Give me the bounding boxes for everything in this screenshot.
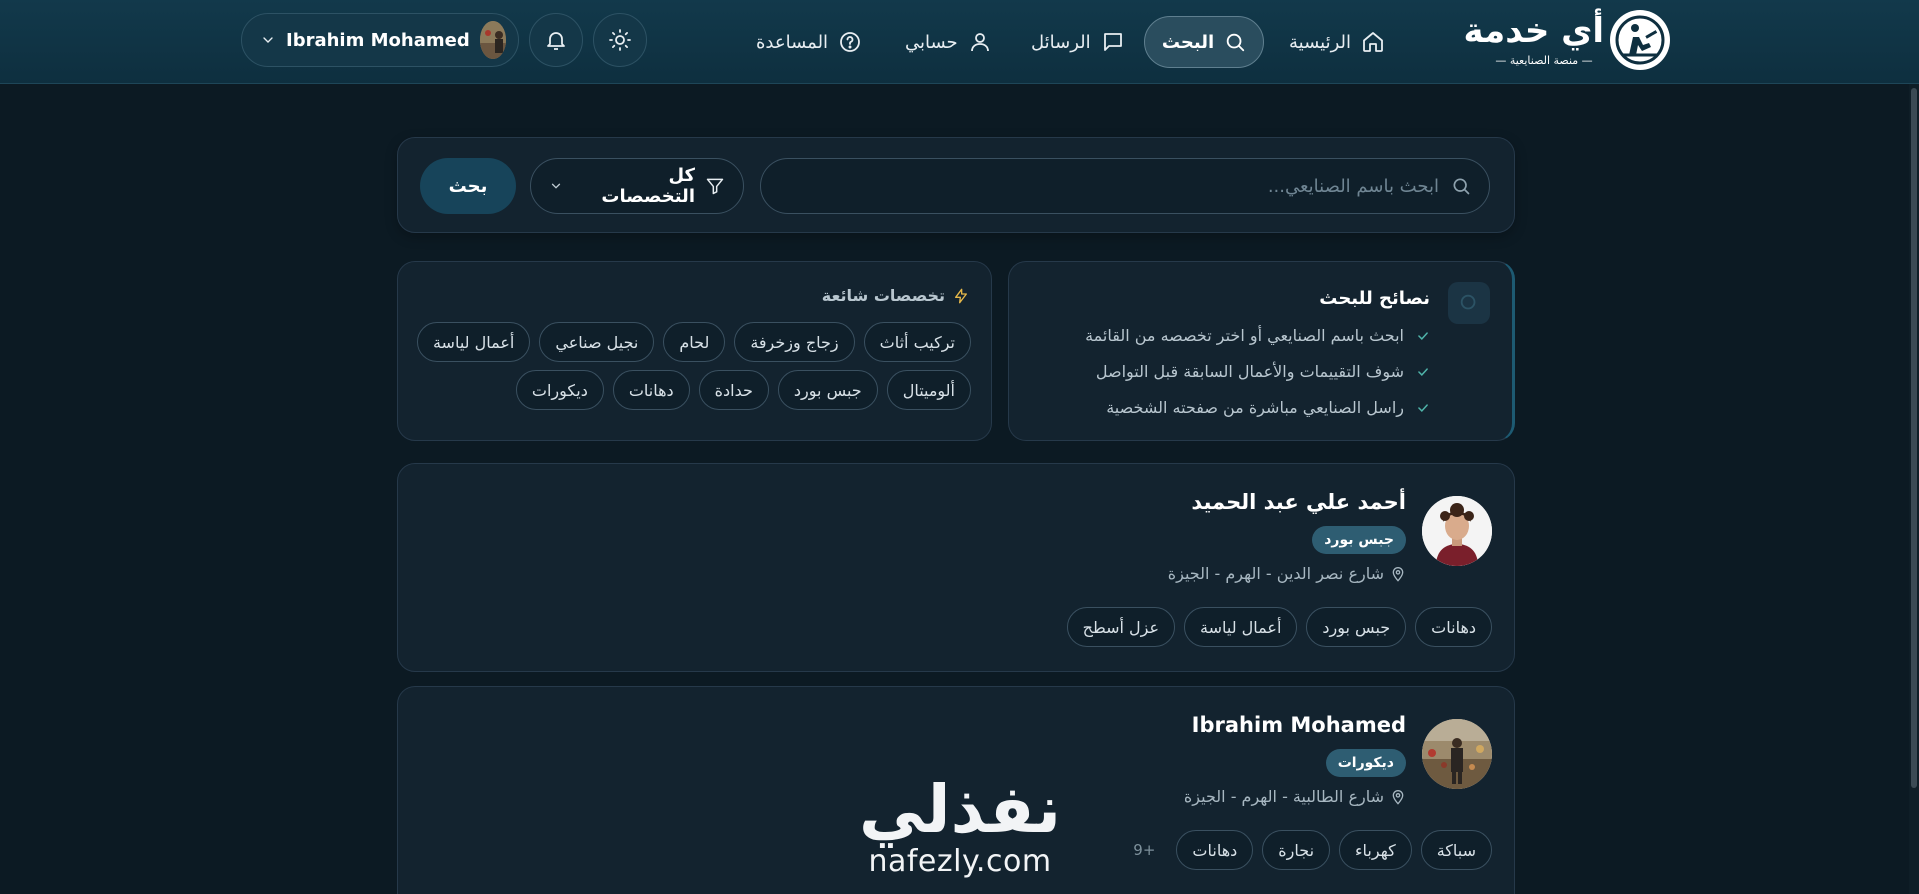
worker-skills: سباكة كهرباء نجارة دهانات +9 — [1121, 830, 1492, 870]
help-icon — [838, 30, 862, 54]
nav-search[interactable]: البحث — [1144, 16, 1264, 68]
specialty-chip[interactable]: أعمال لياسة — [416, 322, 531, 362]
nav-account-label: حسابي — [905, 31, 958, 53]
check-icon — [1416, 365, 1430, 379]
worker-location-text: شارع نصر الدين - الهرم - الجيزة — [1167, 564, 1384, 583]
specialty-chip[interactable]: نجيل صناعي — [539, 322, 655, 362]
specialty-chip[interactable]: دهانات — [612, 370, 690, 410]
user-icon — [968, 30, 992, 54]
check-icon — [1416, 329, 1430, 343]
worker-avatar — [1422, 496, 1492, 566]
message-icon — [1101, 30, 1125, 54]
worker-card[interactable]: أحمد علي عبد الحميد جبس بورد شارع نصر ال… — [397, 463, 1515, 672]
search-input[interactable] — [779, 175, 1439, 197]
specialty-chip[interactable]: زجاج وزخرفة — [734, 322, 855, 362]
lightning-icon — [953, 288, 969, 304]
popular-specialties-title: تخصصات شائعة — [821, 286, 945, 305]
tip-text: ابحث باسم الصنايعي أو اختر تخصصه من القا… — [1085, 326, 1404, 345]
page-scrollbar-thumb[interactable] — [1911, 88, 1917, 788]
skill-chip: سباكة — [1420, 830, 1492, 870]
nav-home[interactable]: الرئيسية — [1273, 16, 1401, 68]
skill-chip: نجارة — [1262, 830, 1331, 870]
popular-chips-row: تركيب أثاث زجاج وزخرفة لحام نجيل صناعي أ… — [416, 322, 971, 362]
search-icon — [1451, 176, 1471, 196]
worker-specialty-badge: جبس بورد — [1312, 526, 1406, 554]
specialty-chip[interactable]: ألوميتال — [886, 370, 971, 410]
search-tips-panel: نصائح للبحث ابحث باسم الصنايعي أو اختر ت… — [1008, 261, 1515, 441]
nav-help[interactable]: المساعدة — [740, 16, 878, 68]
search-tips-title: نصائح للبحث — [1319, 288, 1430, 309]
popular-specialties-panel: تخصصات شائعة تركيب أثاث زجاج وزخرفة لحام… — [397, 261, 992, 441]
specialty-chip[interactable]: تركيب أثاث — [863, 322, 971, 362]
worker-card[interactable]: Ibrahim Mohamed ديكورات شارع الطالبية - … — [397, 686, 1515, 894]
check-icon — [1416, 401, 1430, 415]
search-panel: كل التخصصات بحث — [397, 137, 1515, 233]
top-navbar: أي خدمة — منصة الصنايعية — الرئيسية البح… — [0, 0, 1919, 84]
tip-text: راسل الصنايعي مباشرة من صفحته الشخصية — [1106, 398, 1404, 417]
skill-chip: دهانات — [1415, 607, 1492, 647]
more-skills-count: +9 — [1133, 841, 1156, 859]
specialty-chip[interactable]: ديكورات — [515, 370, 604, 410]
home-icon — [1361, 30, 1385, 54]
search-field[interactable] — [760, 158, 1490, 214]
user-name: Ibrahim Mohamed — [286, 29, 470, 51]
nav-messages-label: الرسائل — [1031, 31, 1091, 53]
brand-title: أي خدمة — [1463, 11, 1604, 51]
popular-specialties-header: تخصصات شائعة — [822, 286, 969, 305]
nav-account[interactable]: حسابي — [889, 16, 1008, 68]
brand-subtitle: — منصة الصنايعية — — [1495, 54, 1593, 67]
specialty-filter-value: كل التخصصات — [601, 165, 695, 207]
notifications-button[interactable] — [529, 13, 583, 67]
search-button[interactable]: بحث — [420, 158, 516, 214]
search-tips-icon — [1448, 282, 1490, 324]
specialty-chip[interactable]: لحام — [663, 322, 726, 362]
specialty-chip[interactable]: حدادة — [698, 370, 769, 410]
worker-name[interactable]: أحمد علي عبد الحميد — [1191, 490, 1406, 514]
location-pin-icon — [1390, 789, 1406, 805]
brand-logo[interactable]: أي خدمة — منصة الصنايعية — — [1464, 10, 1670, 74]
chevron-down-icon — [549, 179, 563, 193]
filter-icon — [705, 176, 725, 196]
theme-toggle-button[interactable] — [593, 13, 647, 67]
user-avatar — [479, 21, 506, 59]
worker-specialty-badge: ديكورات — [1325, 749, 1406, 777]
skill-chip: عزل أسطح — [1066, 607, 1175, 647]
search-icon — [1224, 31, 1246, 53]
tip-text: شوف التقييمات والأعمال السابقة قبل التوا… — [1095, 362, 1404, 381]
worker-name[interactable]: Ibrahim Mohamed — [1192, 713, 1406, 737]
chevron-down-icon — [260, 32, 276, 48]
nav-messages[interactable]: الرسائل — [1015, 16, 1141, 68]
skill-chip: كهرباء — [1339, 830, 1412, 870]
nav-search-label: البحث — [1161, 31, 1215, 53]
worker-location-text: شارع الطالبية - الهرم - الجيزة — [1183, 787, 1384, 806]
location-pin-icon — [1390, 566, 1406, 582]
bell-icon — [544, 28, 568, 52]
worker-logo-icon — [1610, 10, 1670, 70]
popular-chips-row: ألوميتال جبس بورد حدادة دهانات ديكورات — [418, 370, 971, 410]
skill-chip: جبس بورد — [1306, 607, 1407, 647]
sun-icon — [608, 28, 632, 52]
worker-location: شارع نصر الدين - الهرم - الجيزة — [1168, 564, 1406, 583]
user-menu[interactable]: Ibrahim Mohamed — [241, 13, 519, 67]
tip-item: ابحث باسم الصنايعي أو اختر تخصصه من القا… — [1085, 326, 1430, 345]
skill-chip: دهانات — [1176, 830, 1254, 870]
nav-help-label: المساعدة — [756, 31, 829, 53]
worker-avatar — [1422, 719, 1492, 789]
nav-home-label: الرئيسية — [1289, 31, 1351, 53]
specialty-filter-select[interactable]: كل التخصصات — [530, 158, 744, 214]
tip-item: راسل الصنايعي مباشرة من صفحته الشخصية — [1106, 398, 1430, 417]
skill-chip: أعمال لياسة — [1184, 607, 1298, 647]
tip-item: شوف التقييمات والأعمال السابقة قبل التوا… — [1096, 362, 1430, 381]
worker-location: شارع الطالبية - الهرم - الجيزة — [1184, 787, 1406, 806]
specialty-chip[interactable]: جبس بورد — [777, 370, 878, 410]
worker-skills: دهانات جبس بورد أعمال لياسة عزل أسطح — [1066, 607, 1492, 647]
